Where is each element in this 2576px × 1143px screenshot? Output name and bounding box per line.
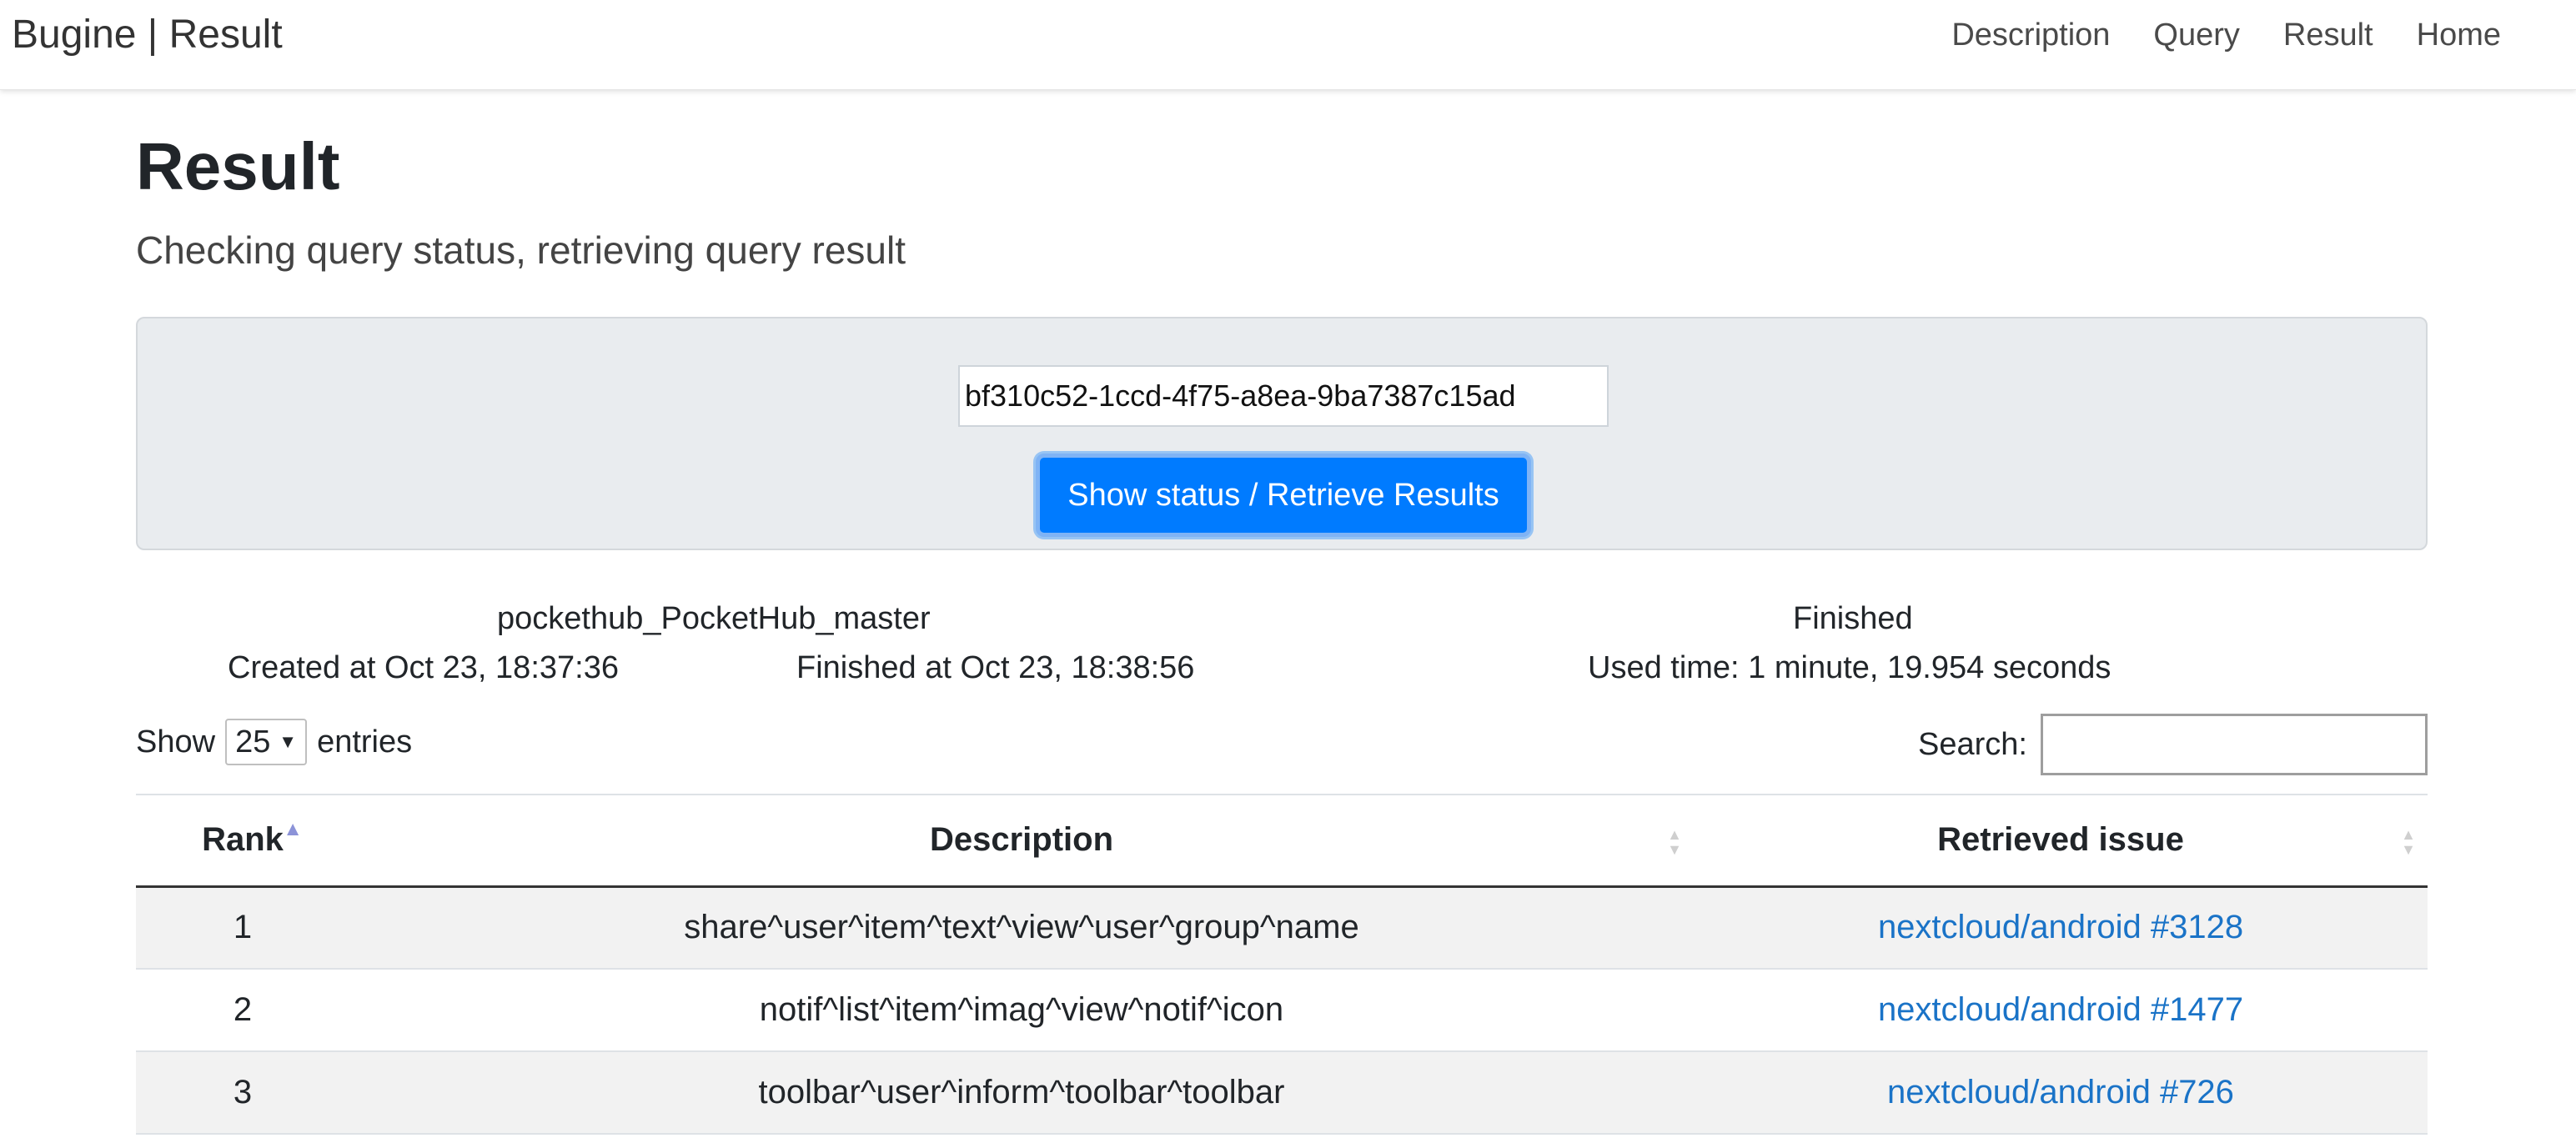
- search-label: Search:: [1918, 726, 2027, 762]
- column-header-label: Retrieved issue: [1937, 821, 2184, 859]
- project-name: pockethub_PocketHub_master: [497, 601, 931, 636]
- issue-cell: nextcloud/android #3128: [1694, 886, 2428, 970]
- nav-links: Description Query Result Home: [1951, 15, 2501, 55]
- table-search: Search:: [1918, 714, 2428, 775]
- entries-value: 25: [235, 724, 271, 759]
- page-subtitle: Checking query status, retrieving query …: [136, 228, 906, 272]
- rank-cell: 3: [136, 1051, 349, 1135]
- navbar: Bugine | Result Description Query Result…: [0, 0, 2576, 90]
- table-row: 3 toolbar^user^inform^toolbar^toolbar ne…: [136, 1051, 2428, 1135]
- search-input[interactable]: [2041, 714, 2428, 775]
- column-header-retrieved-issue[interactable]: Retrieved issue ▲ ▼: [1694, 794, 2428, 888]
- used-time: Used time: 1 minute, 19.954 seconds: [1588, 650, 2112, 685]
- nav-link-description[interactable]: Description: [1951, 15, 2110, 55]
- nav-link-result[interactable]: Result: [2283, 15, 2373, 55]
- rank-cell: 2: [136, 969, 349, 1052]
- issue-cell: nextcloud/android #1477: [1694, 969, 2428, 1052]
- issue-link[interactable]: nextcloud/android #726: [1887, 1074, 2234, 1110]
- chevron-down-icon: ▼: [279, 731, 298, 752]
- nav-link-home[interactable]: Home: [2417, 15, 2501, 55]
- rank-cell: 1: [136, 886, 349, 970]
- sort-both-icon: ▲ ▼: [2401, 826, 2416, 858]
- table-row: 2 notif^list^item^imag^view^notif^icon n…: [136, 969, 2428, 1052]
- results-table: Rank ▲ Description ▲ ▼ Retrieved issue ▲ ▼…: [136, 794, 2428, 1135]
- column-header-rank[interactable]: Rank ▲: [136, 794, 349, 888]
- column-header-label: Description: [929, 821, 1114, 859]
- description-cell: share^user^item^text^view^user^group^nam…: [349, 886, 1694, 970]
- description-cell: toolbar^user^inform^toolbar^toolbar: [349, 1051, 1694, 1135]
- column-header-label: Rank: [202, 821, 284, 859]
- navbar-brand[interactable]: Bugine | Result: [12, 12, 283, 58]
- page-title: Result: [136, 129, 340, 203]
- column-header-description[interactable]: Description ▲ ▼: [349, 794, 1694, 888]
- created-at: Created at Oct 23, 18:37:36: [228, 650, 619, 685]
- show-status-button[interactable]: Show status / Retrieve Results: [1036, 454, 1531, 537]
- table-header-row: Rank ▲ Description ▲ ▼ Retrieved issue ▲ ▼: [136, 794, 2428, 888]
- entries-label: entries: [317, 724, 413, 759]
- status-text: Finished: [1793, 601, 1913, 636]
- table-row: 1 share^user^item^text^view^user^group^n…: [136, 886, 2428, 970]
- issue-link[interactable]: nextcloud/android #3128: [1878, 909, 2243, 945]
- show-entries: Show 25 ▼ entries: [136, 719, 412, 765]
- issue-cell: nextcloud/android #726: [1694, 1051, 2428, 1135]
- issue-link[interactable]: nextcloud/android #1477: [1878, 991, 2243, 1028]
- query-panel: Show status / Retrieve Results: [136, 317, 2428, 550]
- show-label: Show: [136, 724, 216, 759]
- query-id-input[interactable]: [958, 365, 1609, 427]
- entries-select[interactable]: 25 ▼: [225, 719, 308, 765]
- sort-both-icon: ▲ ▼: [1667, 826, 1682, 858]
- description-cell: notif^list^item^imag^view^notif^icon: [349, 969, 1694, 1052]
- nav-link-query[interactable]: Query: [2153, 15, 2239, 55]
- finished-at: Finished at Oct 23, 18:38:56: [796, 650, 1195, 685]
- sort-ascending-icon: ▲: [283, 818, 303, 840]
